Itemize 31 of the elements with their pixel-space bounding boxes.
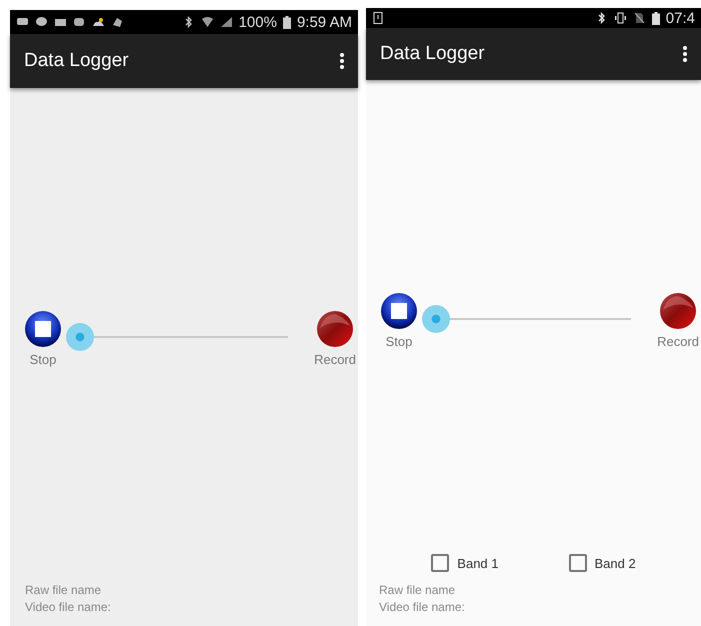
vibrate-icon bbox=[614, 12, 627, 24]
stop-icon bbox=[380, 292, 418, 330]
battery-level: 100% bbox=[238, 14, 277, 30]
battery-icon bbox=[282, 16, 291, 28]
video-file-label: Video file name: bbox=[379, 599, 466, 616]
wifi-icon bbox=[200, 16, 214, 28]
stop-button[interactable]: Stop bbox=[380, 292, 418, 349]
record-icon bbox=[316, 310, 354, 348]
stop-icon bbox=[24, 310, 62, 348]
clock: 9:59 AM bbox=[296, 14, 352, 30]
slider-thumb[interactable] bbox=[422, 305, 450, 333]
battery-icon bbox=[652, 12, 660, 24]
signal-icon bbox=[220, 16, 233, 28]
app-title: Data Logger bbox=[24, 50, 129, 72]
record-button[interactable]: Record bbox=[657, 292, 699, 349]
slider-thumb[interactable] bbox=[66, 323, 94, 351]
record-icon bbox=[659, 292, 698, 330]
band-checkbox[interactable]: Band 2 bbox=[568, 554, 636, 572]
record-button[interactable]: Record bbox=[314, 310, 356, 367]
no-sim-icon bbox=[632, 12, 646, 24]
raw-file-label: Raw file name bbox=[25, 582, 102, 599]
weather-icon bbox=[92, 16, 105, 28]
app-title: Data Logger bbox=[380, 43, 485, 65]
raw-file-label: Raw file name bbox=[379, 582, 456, 599]
clock: 07:4 bbox=[666, 10, 695, 26]
video-file-label: Video file name: bbox=[25, 599, 112, 616]
band-checkbox[interactable]: Band 1 bbox=[431, 554, 498, 572]
phone-icon bbox=[372, 12, 385, 24]
menu-icon[interactable] bbox=[340, 53, 344, 69]
menu-icon[interactable] bbox=[683, 46, 687, 62]
stop-button[interactable]: Stop bbox=[24, 310, 62, 367]
